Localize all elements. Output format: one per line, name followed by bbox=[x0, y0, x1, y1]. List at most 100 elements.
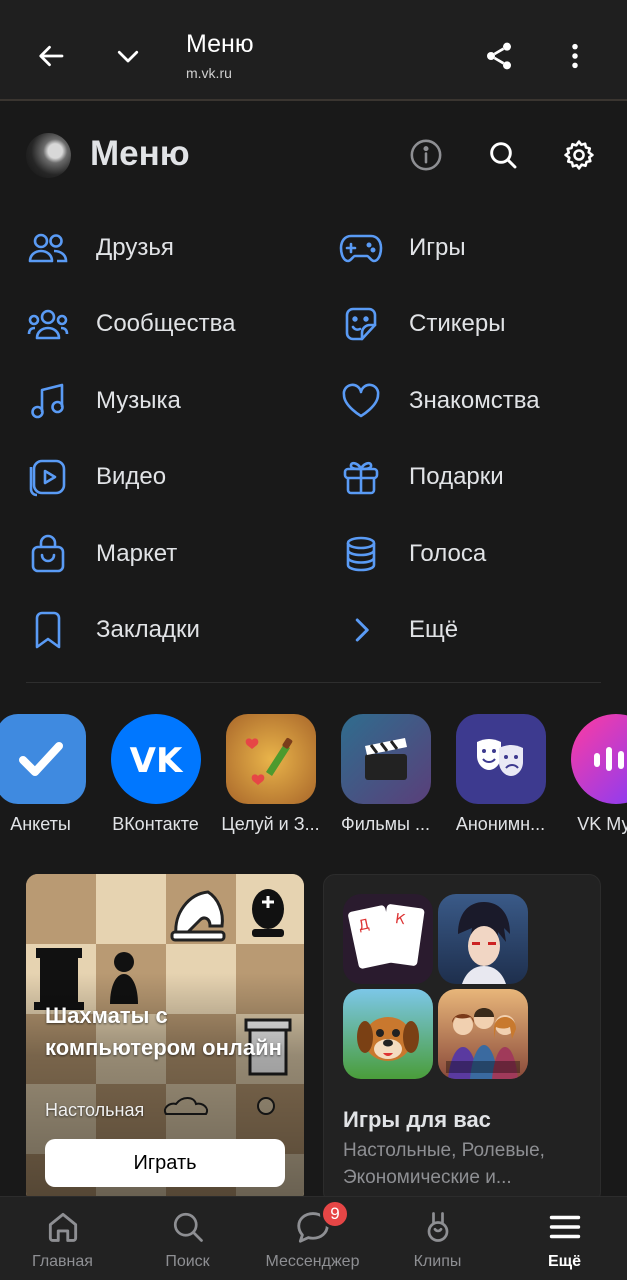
menu-item-stickers[interactable]: Стикеры bbox=[339, 294, 505, 354]
romance-game-thumb[interactable] bbox=[438, 989, 528, 1079]
browser-toolbar: Меню m.vk.ru bbox=[0, 0, 627, 101]
menu-item-video[interactable]: Видео bbox=[26, 447, 166, 507]
menu-label-music: Музыка bbox=[96, 387, 181, 414]
gear-icon bbox=[564, 140, 594, 170]
browser-page-title: Меню bbox=[186, 30, 254, 58]
solitaire-game-thumb[interactable]: ДК bbox=[343, 894, 433, 984]
market-icon bbox=[26, 532, 70, 576]
anime-character-icon bbox=[458, 902, 510, 984]
unread-badge: 9 bbox=[320, 1199, 350, 1229]
chess-card-title: Шахматы с компьютером онлайн bbox=[45, 1003, 282, 1060]
menu-label-gifts: Подарки bbox=[409, 463, 504, 490]
heart-icon bbox=[339, 379, 383, 423]
menu-item-games[interactable]: Игры bbox=[339, 218, 466, 278]
clips-icon bbox=[427, 1212, 448, 1242]
characters-group-icon bbox=[446, 1008, 520, 1079]
menu-label-more: Ещё bbox=[409, 616, 459, 643]
mini-apps-row: Анкеты VK ВКонтакте Целуй и З... Фильмы … bbox=[0, 714, 627, 844]
dog-character-icon bbox=[357, 1017, 419, 1061]
app-kiss[interactable]: Целуй и З... bbox=[213, 714, 328, 835]
theater-masks-icon bbox=[455, 714, 546, 804]
vk-music-icon bbox=[570, 714, 627, 804]
app-anonymous[interactable]: Анонимн... bbox=[443, 714, 558, 835]
menu-item-gifts[interactable]: Подарки bbox=[339, 447, 504, 507]
back-button[interactable] bbox=[30, 34, 74, 78]
divider bbox=[26, 682, 601, 683]
chevron-down-icon bbox=[117, 50, 139, 63]
browser-more-button[interactable] bbox=[553, 34, 597, 78]
friends-icon bbox=[26, 226, 70, 270]
chess-card-subtitle: Настольная bbox=[45, 1100, 145, 1120]
browser-url: m.vk.ru bbox=[186, 65, 232, 81]
menu-label-video: Видео bbox=[96, 463, 167, 490]
menu-label-friends: Друзья bbox=[96, 234, 174, 261]
communities-icon bbox=[26, 302, 70, 346]
tab-label-home: Главная bbox=[32, 1253, 93, 1270]
app-label: Анкеты bbox=[10, 814, 71, 834]
bottle-game-icon bbox=[225, 714, 316, 804]
chess-game-card[interactable]: Шахматы с компьютером онлайн Настольная … bbox=[26, 874, 304, 1204]
gamepad-icon bbox=[339, 226, 383, 270]
app-label: Фильмы ... bbox=[341, 814, 430, 834]
play-button[interactable]: Играть bbox=[45, 1139, 285, 1187]
tab-label-clips: Клипы bbox=[413, 1253, 462, 1270]
app-vkontakte[interactable]: VK ВКонтакте bbox=[98, 714, 213, 835]
info-button[interactable] bbox=[406, 135, 446, 175]
search-icon bbox=[173, 1212, 203, 1242]
coins-icon bbox=[339, 532, 383, 576]
gift-icon bbox=[339, 455, 383, 499]
video-icon bbox=[26, 455, 70, 499]
menu-item-market[interactable]: Маркет bbox=[26, 524, 177, 584]
tab-home[interactable]: Главная bbox=[0, 1197, 125, 1280]
app-label: VK Муз... bbox=[577, 814, 627, 834]
app-films[interactable]: Фильмы ... bbox=[328, 714, 443, 835]
more-vertical-icon bbox=[572, 43, 578, 69]
menu-icon bbox=[549, 1215, 580, 1239]
avatar[interactable] bbox=[26, 133, 71, 178]
menu-label-bookmarks: Закладки bbox=[96, 616, 200, 643]
app-vk-music[interactable]: VK Муз... bbox=[558, 714, 627, 835]
share-button[interactable] bbox=[477, 34, 521, 78]
share-icon bbox=[487, 42, 511, 70]
tab-more[interactable]: Ещё bbox=[502, 1197, 627, 1280]
menu-label-communities: Сообщества bbox=[96, 310, 236, 337]
menu-item-music[interactable]: Музыка bbox=[26, 371, 181, 431]
app-label: ВКонтакте bbox=[112, 814, 199, 834]
bottom-tab-bar: Главная Поиск 9 Мессенджер Клипы Ещё bbox=[0, 1196, 627, 1280]
games-card-subtitle: Настольные, Ролевые, Экономические и... bbox=[343, 1140, 545, 1188]
chevron-right-icon bbox=[339, 608, 383, 652]
settings-button[interactable] bbox=[559, 135, 599, 175]
dog-game-thumb[interactable] bbox=[343, 989, 433, 1079]
tab-messenger[interactable]: 9 Мессенджер bbox=[250, 1197, 375, 1280]
menu-item-friends[interactable]: Друзья bbox=[26, 218, 174, 278]
search-button[interactable] bbox=[483, 135, 523, 175]
app-label: Целуй и З... bbox=[221, 814, 320, 834]
games-for-you-card[interactable]: ДК Игры для вас Настольные, Ролевые, Эко… bbox=[323, 874, 601, 1204]
menu-item-more[interactable]: Ещё bbox=[339, 600, 458, 660]
music-icon bbox=[26, 379, 70, 423]
games-card-title: Игры для вас bbox=[343, 1107, 491, 1132]
tab-search[interactable]: Поиск bbox=[125, 1197, 250, 1280]
app-label: Анонимн... bbox=[455, 814, 546, 834]
sticker-icon bbox=[339, 302, 383, 346]
menu-item-communities[interactable]: Сообщества bbox=[26, 294, 235, 354]
checkmark-app-icon bbox=[0, 714, 86, 804]
home-icon bbox=[48, 1212, 77, 1242]
arrow-left-icon bbox=[39, 45, 64, 67]
tab-clips[interactable]: Клипы bbox=[375, 1197, 500, 1280]
info-icon bbox=[410, 139, 442, 171]
menu-item-bookmarks[interactable]: Закладки bbox=[26, 600, 200, 660]
menu-header: Меню bbox=[0, 103, 627, 203]
svg-text:VK: VK bbox=[129, 741, 183, 779]
playing-cards-icon: ДК bbox=[348, 904, 425, 969]
collapse-button[interactable] bbox=[106, 34, 150, 78]
menu-label-games: Игры bbox=[409, 234, 466, 261]
anime-game-thumb[interactable] bbox=[438, 894, 528, 984]
tab-label-messenger: Мессенджер bbox=[265, 1253, 360, 1270]
clapperboard-icon bbox=[340, 714, 431, 804]
menu-label-market: Маркет bbox=[96, 540, 178, 567]
app-ankety[interactable]: Анкеты bbox=[0, 714, 98, 835]
menu-item-dating[interactable]: Знакомства bbox=[339, 371, 540, 431]
menu-label-dating: Знакомства bbox=[409, 387, 540, 414]
menu-item-votes[interactable]: Голоса bbox=[339, 524, 486, 584]
